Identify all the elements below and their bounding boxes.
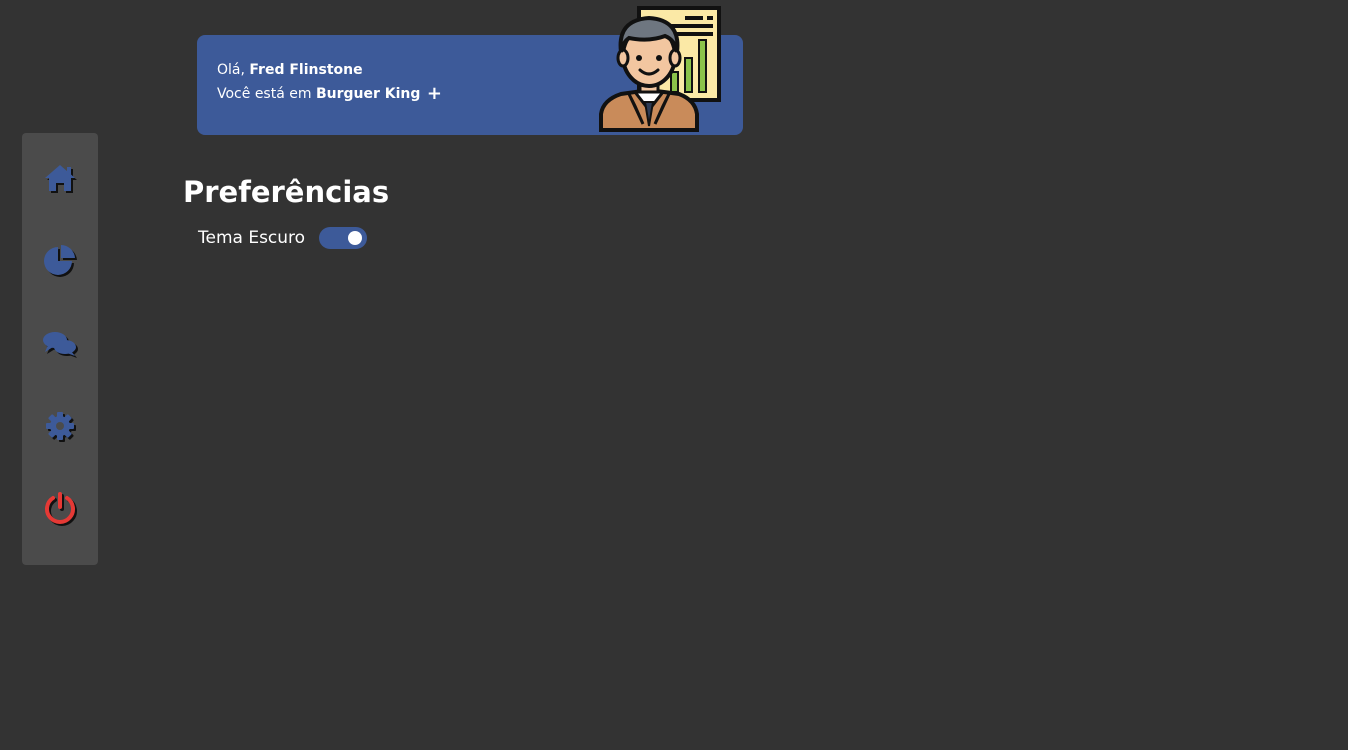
chat-icon <box>43 332 78 358</box>
add-location-button[interactable]: + <box>427 85 442 103</box>
nav-logout[interactable] <box>40 488 80 528</box>
preference-row-dark-theme: Tema Escuro <box>198 226 368 250</box>
home-icon <box>45 165 77 193</box>
location-line: Você está em Burguer King + <box>217 82 442 106</box>
power-icon <box>45 492 77 526</box>
nav-dashboard[interactable] <box>40 241 80 281</box>
page-title: Preferências <box>183 175 390 209</box>
dark-theme-label: Tema Escuro <box>198 228 306 248</box>
banner-text: Olá, Fred Flinstone Você está em Burguer… <box>217 58 442 106</box>
nav-home[interactable] <box>40 159 80 199</box>
gear-icon <box>46 412 76 442</box>
pie-chart-icon <box>44 244 77 277</box>
user-name: Fred Flinstone <box>249 62 363 78</box>
location-name: Burguer King <box>315 86 421 102</box>
location-prefix: Você está em <box>217 86 316 102</box>
businessman-chart-icon <box>599 6 721 132</box>
greeting-line: Olá, Fred Flinstone <box>217 58 442 82</box>
sidebar <box>22 133 98 565</box>
toggle-knob <box>348 231 363 245</box>
nav-messages[interactable] <box>40 324 80 364</box>
greeting-prefix: Olá, <box>217 62 250 78</box>
dark-theme-toggle[interactable] <box>319 227 368 249</box>
nav-settings[interactable] <box>40 406 80 446</box>
